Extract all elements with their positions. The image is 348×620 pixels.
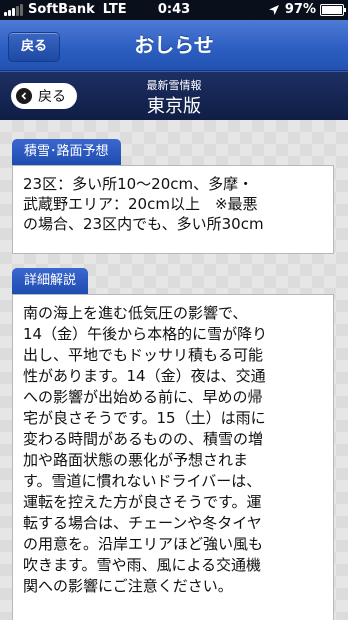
- forecast-section-body: 23区：多い所10〜20cm、多摩・ 武蔵野エリア：20cm以上 ※最悪 の場合…: [12, 165, 334, 254]
- forecast-line: 23区：多い所10〜20cm、多摩・: [23, 175, 254, 193]
- status-bar: SoftBank LTE 0:43 97%: [0, 0, 348, 20]
- detail-line: 転する場合は、チェーンや冬タイヤ: [23, 514, 262, 532]
- detail-line: 運転を控えた方が良さそうです。運: [23, 493, 262, 511]
- forecast-section-label: 積雪･路面予想: [12, 139, 121, 165]
- detail-line: 宅が良さそうです。15（土）は雨に: [23, 409, 266, 427]
- status-right: 97%: [268, 0, 346, 20]
- detail-line: 出し、平地でもドッサリ積もる可能: [23, 346, 264, 364]
- detail-section-label: 詳細解説: [12, 268, 89, 294]
- sub-header: 戻る 最新雪情報 東京版: [0, 71, 348, 120]
- detail-line: 性があります。14（金）夜は、交通: [23, 367, 266, 385]
- forecast-line: 武蔵野エリア：20cm以上 ※最悪: [23, 195, 258, 213]
- detail-line: 吹きます。雪や雨、風による交通機: [23, 556, 262, 574]
- content-area[interactable]: 積雪･路面予想 23区：多い所10〜20cm、多摩・ 武蔵野エリア：20cm以上…: [0, 120, 348, 620]
- sub-header-caption: 最新雪情報: [146, 79, 202, 92]
- battery-percent: 97%: [284, 2, 316, 17]
- detail-line: 14（金）午後から本格的に雪が降り: [23, 325, 268, 343]
- detail-section-body: 南の海上を進む低気圧の影響で、 14（金）午後から本格的に雪が降り 出し、平地で…: [12, 294, 334, 620]
- detail-line: への影響が出始める前に、早めの帰: [23, 388, 263, 406]
- location-arrow-icon: [268, 5, 279, 15]
- detail-line: 加や路面状態の悪化が予想されま: [23, 451, 249, 469]
- detail-line: 南の海上を進む低気圧の影響で、: [23, 304, 248, 322]
- detail-line: の用意を。沿岸エリアほど強い風も: [23, 535, 264, 553]
- detail-line: す。雪道に慣れないドライバーは、: [23, 472, 262, 490]
- screen: SoftBank LTE 0:43 97% 戻る おしらせ 戻る 最新雪情報 東…: [0, 0, 348, 620]
- navigation-bar: 戻る おしらせ: [0, 20, 348, 71]
- page-title: おしらせ: [134, 33, 214, 57]
- forecast-line: の場合、23区内でも、多い所30cm: [23, 215, 264, 233]
- detail-line: 変わる時間があるものの、積雪の増: [23, 430, 264, 448]
- detail-line: 関への影響にご注意ください。: [23, 577, 233, 595]
- sub-header-title: 東京版: [147, 96, 201, 117]
- battery-icon: [320, 4, 346, 16]
